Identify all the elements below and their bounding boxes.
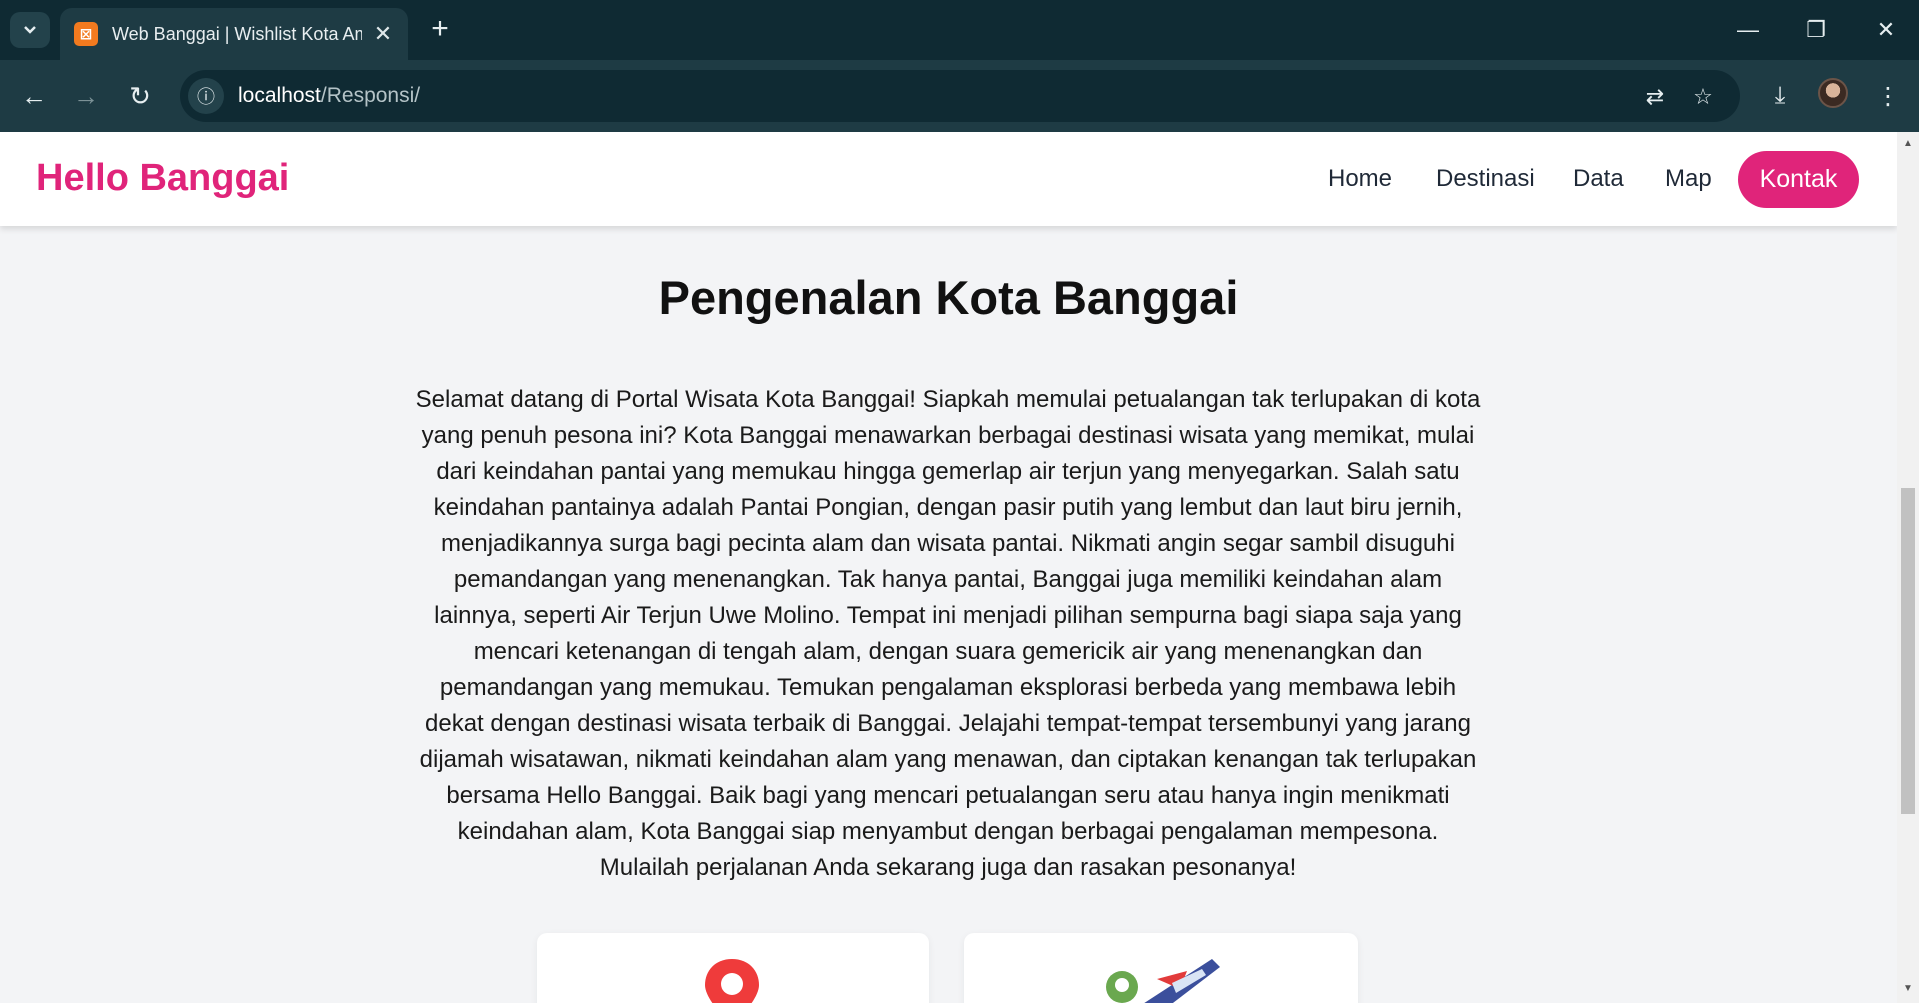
profile-avatar[interactable]	[1818, 78, 1848, 108]
browser-tab-strip: ⊠ Web Banggai | Wishlist Kota Am ✕ + — ❐…	[0, 0, 1919, 60]
translate-icon[interactable]: ⇄	[1638, 80, 1672, 114]
forward-icon[interactable]: →	[66, 76, 106, 116]
close-window-icon[interactable]: ✕	[1858, 10, 1914, 50]
url-host: localhost	[238, 84, 321, 107]
browser-toolbar: ← → ↻ ⓘ localhost/Responsi/ ⇄ ☆ ⤓ ⋮	[0, 60, 1919, 132]
xampp-favicon-icon: ⊠	[74, 22, 98, 46]
site-navbar: Hello Banggai Home Destinasi Data Map Ko…	[0, 132, 1897, 226]
url-text[interactable]: localhost/Responsi/	[238, 84, 420, 108]
reload-icon[interactable]: ↻	[120, 76, 160, 116]
tab-search-button[interactable]	[10, 12, 50, 48]
nav-home-link[interactable]: Home	[1328, 165, 1392, 193]
scroll-up-icon[interactable]: ▲	[1901, 138, 1915, 152]
page-scrollbar[interactable]: ▲ ▼	[1897, 132, 1919, 1003]
new-tab-button[interactable]: +	[422, 12, 458, 48]
page-viewport: Hello Banggai Home Destinasi Data Map Ko…	[0, 132, 1897, 1003]
destination-card-2[interactable]	[964, 933, 1358, 1003]
section-title: Pengenalan Kota Banggai	[658, 271, 1239, 324]
browser-tab-active[interactable]: ⊠ Web Banggai | Wishlist Kota Am ✕	[60, 8, 408, 60]
url-path: /Responsi/	[320, 84, 421, 107]
bookmark-star-icon[interactable]: ☆	[1686, 80, 1720, 114]
scroll-down-icon[interactable]: ▼	[1901, 983, 1915, 997]
nav-map-link[interactable]: Map	[1665, 165, 1712, 193]
tab-close-icon[interactable]: ✕	[372, 21, 394, 47]
intro-paragraph: Selamat datang di Portal Wisata Kota Ban…	[415, 386, 1481, 881]
kontak-button[interactable]: Kontak	[1738, 151, 1859, 208]
address-bar[interactable]: ⓘ localhost/Responsi/ ⇄ ☆	[180, 70, 1740, 122]
travel-plane-icon	[1106, 959, 1220, 1003]
back-icon[interactable]: ←	[14, 76, 54, 116]
minimize-icon[interactable]: —	[1720, 10, 1776, 50]
restore-icon[interactable]: ❐	[1788, 10, 1844, 50]
scroll-thumb[interactable]	[1901, 488, 1915, 814]
download-icon[interactable]: ⤓	[1762, 78, 1798, 114]
map-pin-icon	[705, 959, 759, 1003]
site-info-icon[interactable]: ⓘ	[188, 78, 224, 114]
more-menu-icon[interactable]: ⋮	[1870, 78, 1906, 114]
destination-card-1[interactable]	[537, 933, 929, 1003]
nav-destinasi-link[interactable]: Destinasi	[1436, 165, 1535, 193]
chevron-down-icon	[24, 26, 36, 34]
site-logo[interactable]: Hello Banggai	[36, 157, 289, 200]
nav-data-link[interactable]: Data	[1573, 165, 1624, 193]
tab-title: Web Banggai | Wishlist Kota Am	[112, 23, 362, 44]
